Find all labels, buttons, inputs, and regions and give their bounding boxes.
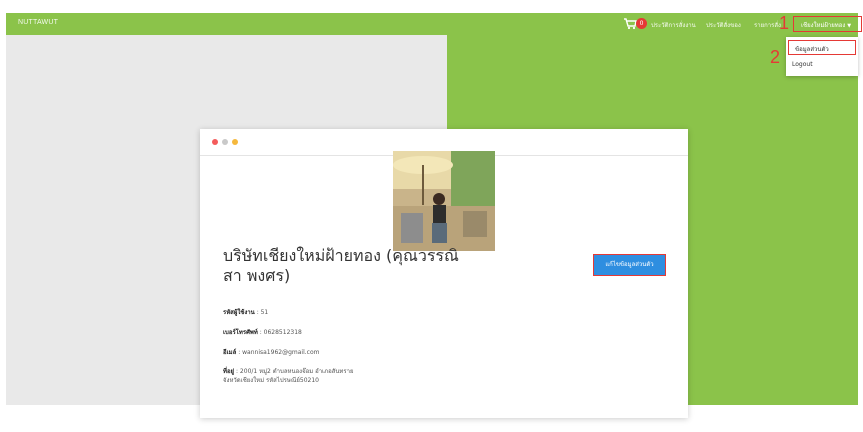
annotation-marker-2: 2 bbox=[770, 47, 781, 67]
annotation-marker-1: 1 bbox=[779, 13, 790, 33]
user-menu-label: เชียงใหม่ฝ้ายทอง bbox=[801, 22, 846, 29]
profile-company-name: บริษัทเชียงใหม่ฝ้ายทอง (คุณวรรณิสา พงศร) bbox=[223, 246, 459, 285]
info-user-id: รหัสผู้ใช้งาน : 51 bbox=[223, 307, 268, 317]
info-value: : 200/1 หมู่2 ตำบลหนองจ๊อม อำเภอสันทราย bbox=[236, 368, 354, 375]
info-value: : wannisa1962@gmail.com bbox=[238, 349, 320, 356]
window-dot-yellow bbox=[232, 139, 238, 145]
info-label: เบอร์โทรศัพท์ bbox=[223, 329, 258, 336]
window-dot-red bbox=[212, 139, 218, 145]
info-label: อีเมล์ bbox=[223, 349, 237, 356]
user-menu-toggle[interactable]: เชียงใหม่ฝ้ายทอง ▼ bbox=[793, 16, 862, 32]
profile-card: บริษัทเชียงใหม่ฝ้ายทอง (คุณวรรณิสา พงศร)… bbox=[200, 129, 688, 418]
info-label: ที่อยู่ bbox=[223, 368, 235, 375]
cart-count-badge: 0 bbox=[636, 18, 647, 29]
cart-icon[interactable] bbox=[623, 17, 637, 30]
info-address-line2: จังหวัดเชียงใหม่ รหัสไปรษณีย์50210 bbox=[223, 377, 319, 384]
profile-photo bbox=[393, 151, 495, 251]
edit-profile-button[interactable]: แก้ไขข้อมูลส่วนตัว bbox=[593, 254, 666, 276]
chevron-down-icon: ▼ bbox=[847, 23, 852, 29]
top-navbar: NUTTAWUT 0 ประวัติการสั่งงาน ประวัติสั่ง… bbox=[6, 13, 862, 35]
dropdown-item-profile[interactable]: ข้อมูลส่วนตัว bbox=[788, 40, 856, 55]
nav-link-order-list[interactable]: รายการสั่ง bbox=[754, 20, 781, 30]
info-value: : 0628512318 bbox=[259, 329, 302, 336]
window-dot-gray bbox=[222, 139, 228, 145]
info-phone: เบอร์โทรศัพท์ : 0628512318 bbox=[223, 327, 302, 337]
info-label: รหัสผู้ใช้งาน bbox=[223, 309, 255, 316]
nav-link-job-history[interactable]: ประวัติการสั่งงาน bbox=[651, 20, 696, 30]
info-value: : 51 bbox=[256, 309, 269, 316]
brand-logo[interactable]: NUTTAWUT bbox=[18, 19, 58, 26]
user-dropdown-menu: ข้อมูลส่วนตัว Logout bbox=[786, 37, 858, 76]
nav-link-order-history[interactable]: ประวัติสั่งของ bbox=[706, 20, 741, 30]
info-email: อีเมล์ : wannisa1962@gmail.com bbox=[223, 347, 319, 357]
dropdown-item-logout[interactable]: Logout bbox=[792, 61, 813, 68]
